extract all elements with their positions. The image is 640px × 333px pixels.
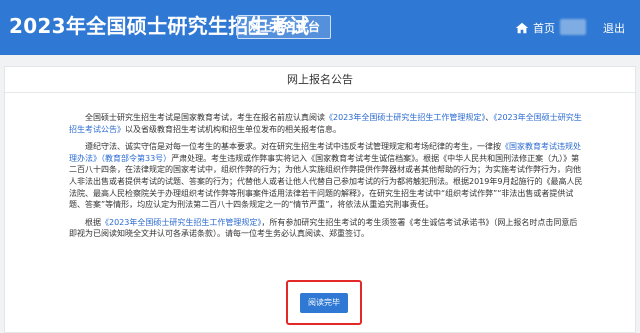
user-name-redacted bbox=[560, 19, 586, 35]
p1-text-c: 以及省级教育招生考试机构和招生单位发布的相关报考信息。 bbox=[125, 124, 341, 134]
agree-button-highlight[interactable]: 阅读完毕 bbox=[286, 280, 362, 325]
home-icon bbox=[515, 22, 529, 34]
paragraph-3: 根据《2023年全国硕士研究生招生工作管理规定》，所有参加研究生招生考试的考生须… bbox=[69, 217, 585, 240]
platform-tag: 网上报名平台 bbox=[237, 15, 332, 39]
link-admission-regulations-2[interactable]: 《2023年全国硕士研究生招生工作管理规定》 bbox=[101, 218, 261, 227]
link-admission-regulations[interactable]: 《2023年全国硕士研究生招生工作管理规定》 bbox=[325, 113, 485, 122]
top-header-bar: 2023年全国硕士研究生招生考试 网上报名平台 首页 退出 bbox=[0, 0, 640, 55]
announcement-panel: 网上报名公告 全国硕士研究生招生考试是国家教育考试，考生在报名前应认真阅读《20… bbox=[4, 66, 636, 333]
p3-text-a: 根据 bbox=[85, 217, 101, 227]
paragraph-1: 全国硕士研究生招生考试是国家教育考试，考生在报名前应认真阅读《2023年全国硕士… bbox=[69, 112, 585, 135]
home-link[interactable]: 首页 bbox=[515, 18, 555, 38]
p1-text-a: 全国硕士研究生招生考试是国家教育考试，考生在报名前应认真阅读 bbox=[85, 113, 325, 122]
paragraph-2: 遵纪守法、诚实守信是对每一位考生的基本要求。对在研究生招生考试中违反考试管理规定… bbox=[69, 141, 585, 211]
announcement-content: 全国硕士研究生招生考试是国家教育考试，考生在报名前应认真阅读《2023年全国硕士… bbox=[69, 112, 585, 246]
exit-link[interactable]: 退出 bbox=[603, 20, 625, 36]
home-link-label: 首页 bbox=[533, 22, 555, 35]
panel-title: 网上报名公告 bbox=[5, 67, 635, 93]
p2-text-a: 遵纪守法、诚实守信是对每一位考生的基本要求。对在研究生招生考试中违反考试管理规定… bbox=[85, 142, 501, 152]
finish-reading-button[interactable]: 阅读完毕 bbox=[300, 292, 348, 313]
